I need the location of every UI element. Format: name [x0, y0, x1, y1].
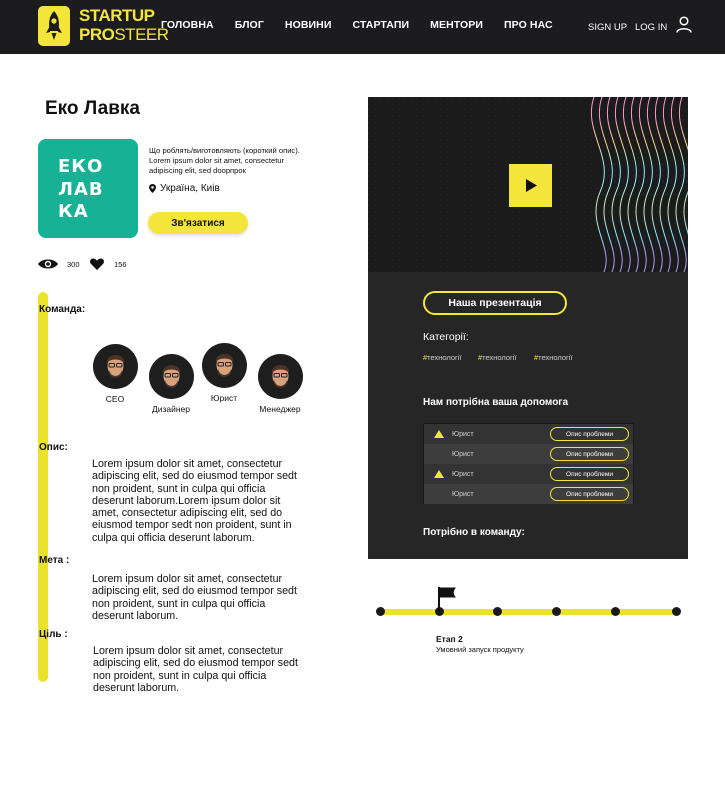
short-description: Що роблять/виготовляють (короткий опис).…	[149, 146, 300, 175]
team-need-label: Потрібно в команду:	[423, 527, 525, 538]
problem-description-button[interactable]: Опис проблеми	[550, 487, 629, 501]
brand-line-2: PROSTEER	[79, 25, 169, 44]
description-text: Lorem ipsum dolor sit amet, consectetur …	[92, 458, 297, 544]
help-row: Юрист Опис проблеми	[424, 464, 633, 484]
team-label: Команда:	[39, 304, 86, 315]
warning-icon	[434, 430, 444, 438]
nav-home[interactable]: ГОЛОВНА	[161, 19, 214, 33]
help-needed-title: Нам потрібна ваша допомога	[423, 397, 569, 408]
category-tag-text: технології	[427, 353, 462, 362]
nav-news[interactable]: НОВИНИ	[285, 19, 332, 33]
views-count: 300	[67, 259, 80, 269]
logo-text-line-1: ЕКО	[58, 156, 104, 177]
team-member-lawyer[interactable]: Юрист	[194, 343, 254, 403]
member-role: Менеджер	[259, 404, 301, 414]
help-role: Юрист	[452, 490, 474, 498]
team-member-manager[interactable]: Менеджер	[250, 354, 310, 414]
project-logo: ЕКО ЛАВ КА	[38, 139, 138, 238]
location-pin-icon	[149, 184, 156, 193]
problem-description-button[interactable]: Опис проблеми	[550, 447, 629, 461]
help-role: Юрист	[452, 470, 474, 478]
log-in-link[interactable]: LOG IN	[635, 22, 667, 33]
timeline-stage-dot[interactable]	[552, 607, 561, 616]
views-stat: 300	[38, 258, 80, 270]
user-icon[interactable]	[676, 16, 692, 33]
help-needed-table: Юрист Опис проблеми Юрист Опис проблеми …	[423, 423, 634, 504]
nav-about[interactable]: ПРО НАС	[504, 19, 553, 33]
avatar	[148, 354, 194, 399]
help-row: Юрист Опис проблеми	[424, 484, 633, 504]
avatar-face-icon	[271, 365, 289, 388]
sign-up-link[interactable]: SIGN UP	[588, 22, 627, 33]
nav-mentors[interactable]: МЕНТОРИ	[430, 19, 483, 33]
categories-label: Категорії:	[423, 331, 469, 343]
member-role: Юрист	[210, 393, 238, 403]
description-label: Опис:	[39, 442, 68, 453]
likes-count: 156	[114, 259, 127, 269]
flag-icon	[438, 587, 456, 612]
avatar-face-icon	[162, 365, 180, 388]
aim-label: Ціль :	[39, 629, 68, 640]
avatar-face-icon	[215, 354, 233, 377]
eye-icon	[38, 259, 58, 269]
brand-name[interactable]: STARTUP PROSTEER	[79, 6, 169, 44]
project-info-panel	[368, 272, 688, 559]
category-tag-text: технології	[482, 353, 517, 362]
play-icon	[525, 179, 537, 192]
nav-startups[interactable]: СТАРТАПИ	[353, 19, 410, 33]
logo-text-line-3: КА	[58, 201, 89, 222]
timeline-track	[380, 609, 677, 615]
category-tag[interactable]: #технології	[423, 353, 462, 362]
member-role: Дизайнер	[151, 404, 191, 414]
stage-description: Умовний запуск продукту	[436, 645, 524, 654]
goal-label: Мета :	[39, 555, 70, 566]
avatar-face-icon	[106, 355, 124, 378]
location: Україна, Киів	[149, 183, 220, 194]
top-navigation-bar: STARTUP PROSTEER ГОЛОВНА БЛОГ НОВИНИ СТА…	[0, 0, 725, 54]
timeline-stage-dot[interactable]	[493, 607, 502, 616]
help-role: Юрист	[452, 450, 474, 458]
project-title: Еко Лавка	[45, 98, 140, 119]
help-row: Юрист Опис проблеми	[424, 424, 633, 444]
help-row: Юрист Опис проблеми	[424, 444, 633, 464]
brand-pro: PRO	[79, 25, 115, 44]
goal-text: Lorem ipsum dolor sit amet, consectetur …	[92, 573, 297, 622]
presentation-button[interactable]: Наша презентація	[423, 291, 567, 315]
yellow-side-bar	[38, 292, 48, 682]
likes-stat[interactable]: 156	[90, 258, 127, 270]
heart-icon[interactable]	[90, 258, 104, 270]
aim-text: Lorem ipsum dolor sit amet, consectetur …	[93, 645, 298, 694]
timeline-stage-dot[interactable]	[672, 607, 681, 616]
problem-description-button[interactable]: Опис проблеми	[550, 427, 629, 441]
contact-button[interactable]: Зв'язатися	[148, 212, 248, 234]
stage-title: Етап 2	[436, 634, 463, 644]
category-tag[interactable]: #технології	[534, 353, 573, 362]
help-role: Юрист	[452, 430, 474, 438]
rocket-logo-icon[interactable]	[38, 6, 70, 46]
member-role: CEO	[105, 394, 125, 404]
nav-blog[interactable]: БЛОГ	[235, 19, 264, 33]
avatar	[201, 343, 247, 388]
category-tag[interactable]: #технології	[478, 353, 517, 362]
avatar	[257, 354, 303, 399]
location-text: Україна, Киів	[160, 183, 220, 194]
play-button[interactable]	[509, 164, 552, 207]
team-member-designer[interactable]: Дизайнер	[141, 354, 201, 414]
category-tag-text: технології	[538, 353, 573, 362]
avatar	[92, 344, 138, 389]
timeline-stage-dot[interactable]	[611, 607, 620, 616]
timeline-stage-dot[interactable]	[376, 607, 385, 616]
logo-text-line-2: ЛАВ	[58, 179, 104, 200]
warning-icon	[434, 470, 444, 478]
main-nav: ГОЛОВНА БЛОГ НОВИНИ СТАРТАПИ МЕНТОРИ ПРО…	[161, 19, 574, 33]
team-member-ceo[interactable]: CEO	[85, 344, 145, 404]
problem-description-button[interactable]: Опис проблеми	[550, 467, 629, 481]
brand-line-1: STARTUP	[79, 6, 155, 25]
